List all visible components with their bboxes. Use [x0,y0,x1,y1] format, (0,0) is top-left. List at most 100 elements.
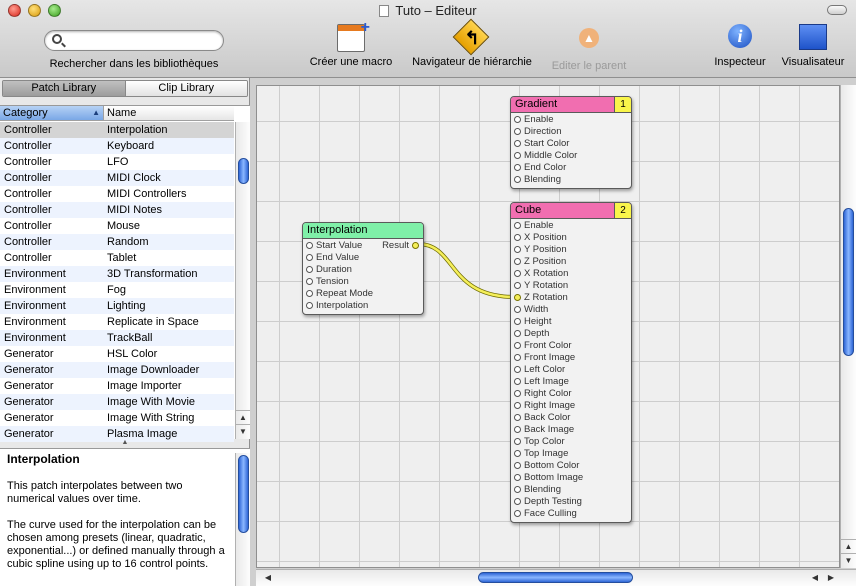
input-port[interactable]: X Position [511,232,631,244]
port-connector-icon[interactable] [306,242,313,249]
scroll-up-arrow-icon[interactable]: ▲ [841,539,856,553]
table-row[interactable]: Environment TrackBall [0,330,234,346]
gradient-patch[interactable]: Gradient 1 Enable Direction Start Color Mid… [510,96,632,189]
input-port[interactable]: Depth Testing [511,496,631,508]
table-row[interactable]: Controller MIDI Notes [0,202,234,218]
panel-splitter[interactable]: ▲ [0,439,250,448]
port-connector-icon[interactable] [514,222,521,229]
input-port[interactable]: Right Image [511,400,631,412]
port-connector-icon[interactable] [514,116,521,123]
input-port[interactable]: X Rotation [511,268,631,280]
table-row[interactable]: Generator Image Downloader [0,362,234,378]
description-scrollbar[interactable] [235,453,250,586]
input-port[interactable]: Repeat Mode [303,288,423,300]
port-connector-icon[interactable] [514,450,521,457]
port-connector-icon[interactable] [514,474,521,481]
toggle-toolbar-button[interactable] [827,5,847,15]
port-connector-icon[interactable] [514,330,521,337]
input-port[interactable]: Middle Color [511,150,631,162]
port-connector-icon[interactable] [306,302,313,309]
port-connector-icon[interactable] [514,402,521,409]
table-row[interactable]: Controller MIDI Clock [0,170,234,186]
input-port[interactable]: Blending [511,484,631,496]
output-port[interactable]: Result [382,240,419,252]
port-connector-icon[interactable] [514,246,521,253]
editor-vertical-scrollbar[interactable]: ▲ ▼ [840,85,856,568]
port-connector-icon[interactable] [514,306,521,313]
input-port[interactable]: Left Color [511,364,631,376]
port-connector-icon[interactable] [306,254,313,261]
port-connector-icon[interactable] [514,164,521,171]
port-connector-icon[interactable] [514,510,521,517]
input-port[interactable]: Front Image [511,352,631,364]
input-port[interactable]: Z Position [511,256,631,268]
input-port[interactable]: Duration [303,264,423,276]
input-port[interactable]: Height [511,316,631,328]
input-port[interactable]: Back Image [511,424,631,436]
edit-parent-button[interactable]: ▲ Editer le parent [543,24,635,72]
input-port[interactable]: Y Rotation [511,280,631,292]
table-row[interactable]: Controller LFO [0,154,234,170]
port-connector-icon[interactable] [514,438,521,445]
table-row[interactable]: Generator Image With Movie [0,394,234,410]
port-connector-icon[interactable] [514,462,521,469]
input-port[interactable]: Enable [511,114,631,126]
tab-patch-library[interactable]: Patch Library [3,81,125,96]
input-port[interactable]: Depth [511,328,631,340]
input-port[interactable]: Bottom Image [511,472,631,484]
port-connector-icon[interactable] [514,414,521,421]
tab-clip-library[interactable]: Clip Library [124,81,247,96]
scroll-down-arrow-icon[interactable]: ▼ [841,553,856,567]
table-row[interactable]: Controller Mouse [0,218,234,234]
inspector-button[interactable]: i Inspecteur [706,24,774,68]
port-connector-icon[interactable] [514,258,521,265]
port-connector-icon[interactable] [514,366,521,373]
input-port[interactable]: Right Color [511,388,631,400]
editor-horizontal-scroll-thumb[interactable] [478,572,633,583]
input-port[interactable]: End Value [303,252,423,264]
port-connector-icon[interactable] [514,152,521,159]
port-connector-icon[interactable] [514,234,521,241]
input-port[interactable]: Y Position [511,244,631,256]
patch-editor-canvas[interactable]: Gradient 1 Enable Direction Start Color Mid… [256,85,840,568]
table-scrollbar[interactable]: ▲ ▼ [235,122,250,439]
input-port[interactable]: Direction [511,126,631,138]
input-port[interactable]: Width [511,304,631,316]
port-connector-icon[interactable] [514,498,521,505]
column-name[interactable]: Name [104,106,234,120]
input-port[interactable]: Back Color [511,412,631,424]
input-port[interactable]: Z Rotation [511,292,631,304]
input-port[interactable]: Enable [511,220,631,232]
port-connector-icon[interactable] [514,294,521,301]
input-port[interactable]: Start Color [511,138,631,150]
input-port[interactable]: Face Culling [511,508,631,520]
input-port[interactable]: Top Color [511,436,631,448]
table-scroll-thumb[interactable] [238,158,249,184]
input-port[interactable]: Top Image [511,448,631,460]
port-connector-icon[interactable] [514,486,521,493]
table-row[interactable]: Environment Replicate in Space [0,314,234,330]
port-connector-icon[interactable] [514,354,521,361]
scroll-left-arrow-icon[interactable]: ◀ [808,571,822,585]
table-row[interactable]: Controller Interpolation [0,122,234,138]
scroll-right-arrow-icon[interactable]: ▶ [824,571,838,585]
port-connector-icon[interactable] [514,378,521,385]
table-row[interactable]: Controller MIDI Controllers [0,186,234,202]
input-port[interactable]: Front Color [511,340,631,352]
input-port[interactable]: Blending [511,174,631,186]
input-port[interactable]: Bottom Color [511,460,631,472]
table-row[interactable]: Environment 3D Transformation [0,266,234,282]
port-connector-icon[interactable] [514,342,521,349]
viewer-button[interactable]: Visualisateur [774,24,852,68]
port-connector-icon[interactable] [306,290,313,297]
table-row[interactable]: Generator Image With String [0,410,234,426]
port-connector-icon[interactable] [514,128,521,135]
port-connector-icon[interactable] [514,426,521,433]
input-port[interactable]: Tension [303,276,423,288]
description-scroll-thumb[interactable] [238,455,249,533]
hierarchy-navigator-button[interactable]: ↰ Navigateur de hiérarchie [404,18,540,68]
editor-vertical-scroll-thumb[interactable] [843,208,854,356]
editor-horizontal-scrollbar[interactable]: ◀ ◀ ▶ [256,569,856,586]
input-port[interactable]: Start Value Result [303,240,423,252]
cube-patch[interactable]: Cube 2 Enable X Position Y Position Z Posit… [510,202,632,523]
